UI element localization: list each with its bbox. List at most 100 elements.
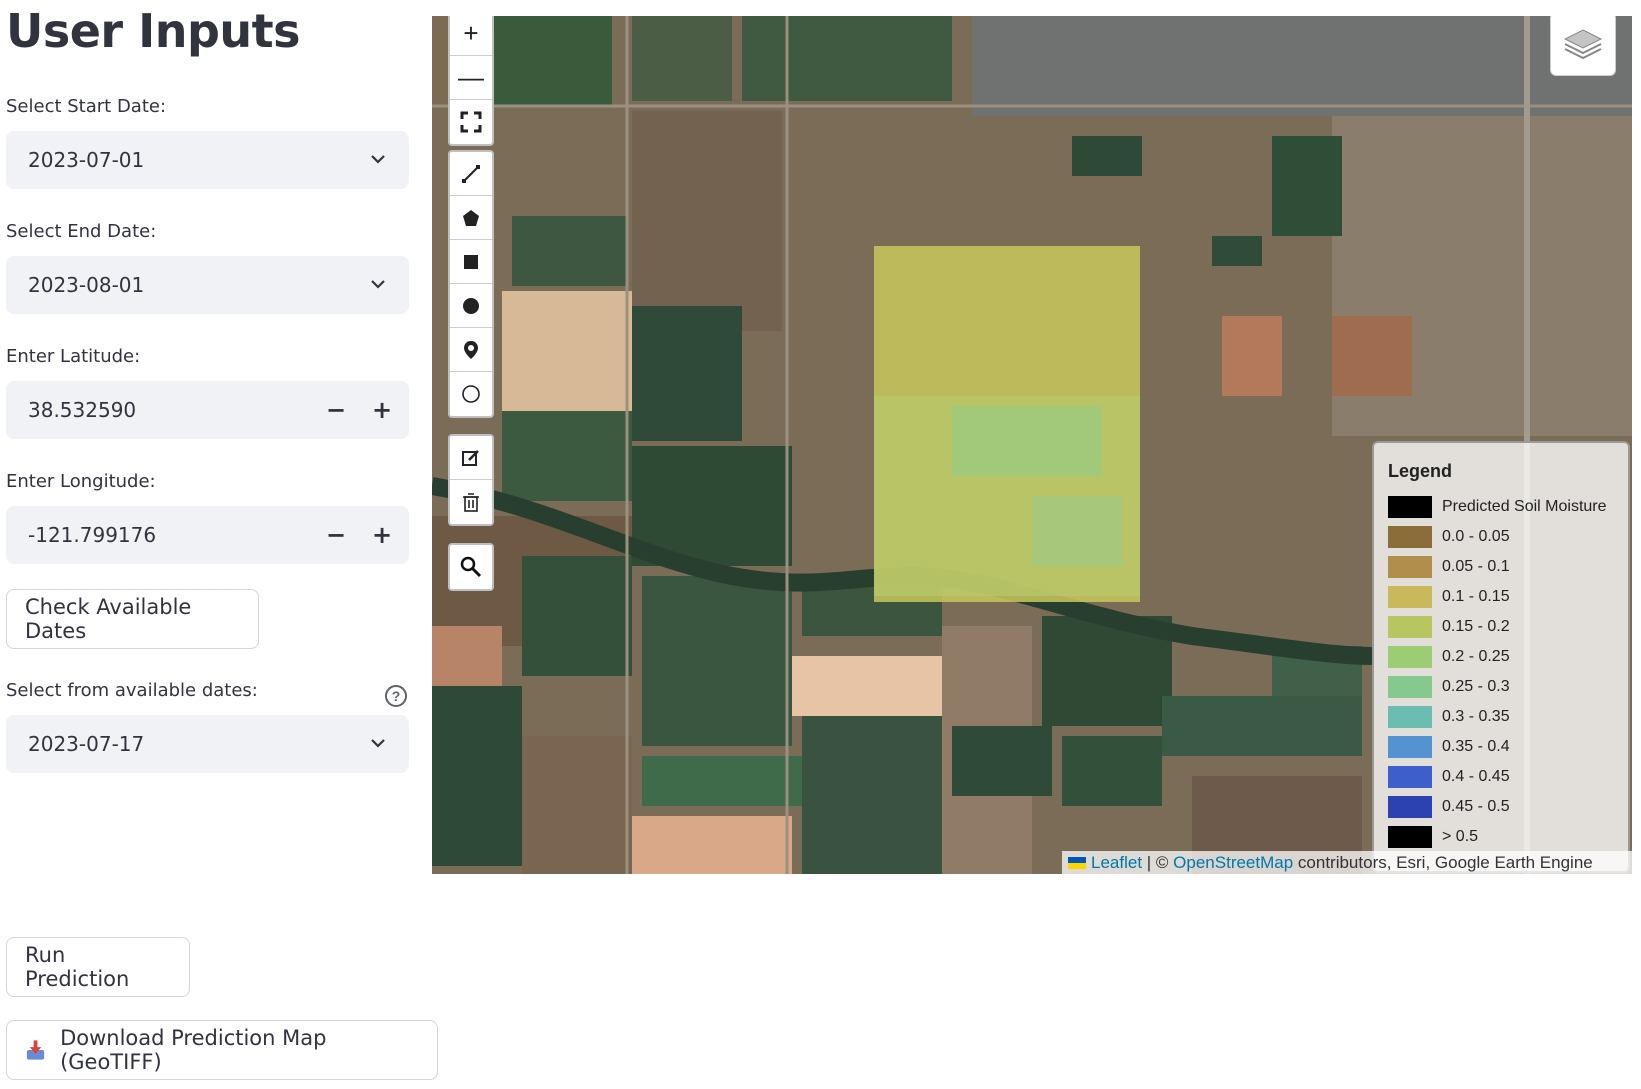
- start-date-value: 2023-07-01: [28, 148, 145, 172]
- search-icon: [460, 556, 482, 578]
- legend-item: 0.3 - 0.35: [1388, 702, 1614, 732]
- search-button[interactable]: [450, 545, 492, 589]
- end-date-select[interactable]: 2023-08-01: [6, 256, 409, 314]
- legend-item: 0.4 - 0.45: [1388, 762, 1614, 792]
- legend-label: 0.2 - 0.25: [1442, 648, 1510, 665]
- legend-swatch: [1388, 676, 1432, 698]
- help-icon[interactable]: ?: [385, 685, 407, 707]
- legend-item: > 0.5: [1388, 822, 1614, 852]
- legend-item: 0.15 - 0.2: [1388, 612, 1614, 642]
- legend-label: 0.05 - 0.1: [1442, 558, 1510, 575]
- edit-layers-button[interactable]: [450, 436, 492, 480]
- latitude-value[interactable]: 38.532590: [28, 398, 313, 422]
- legend-item: 0.0 - 0.05: [1388, 522, 1614, 552]
- end-date-value: 2023-08-01: [28, 273, 145, 297]
- legend-swatch: [1388, 796, 1432, 818]
- delete-layers-button[interactable]: [450, 480, 492, 524]
- legend-label: 0.15 - 0.2: [1442, 618, 1510, 635]
- marker-icon: [464, 340, 478, 359]
- inbox-tray-icon: [26, 1040, 45, 1060]
- map-attribution: Leaflet | © OpenStreetMap contributors, …: [1062, 851, 1632, 874]
- zoom-in-button[interactable]: +: [450, 16, 492, 56]
- download-button-label: Download Prediction Map (GeoTIFF): [60, 1026, 327, 1074]
- polygon-icon: [463, 209, 479, 226]
- polyline-icon: [462, 164, 480, 183]
- fullscreen-button[interactable]: [450, 100, 492, 144]
- draw-marker-button[interactable]: [450, 328, 492, 372]
- legend-label: 0.0 - 0.05: [1442, 528, 1510, 545]
- legend-swatch: [1388, 526, 1432, 548]
- longitude-increment-button[interactable]: +: [359, 506, 405, 564]
- legend-label: 0.35 - 0.4: [1442, 738, 1510, 755]
- legend-item: 0.25 - 0.3: [1388, 672, 1614, 702]
- legend-item: 0.45 - 0.5: [1388, 792, 1614, 822]
- legend-swatch: [1388, 826, 1432, 848]
- legend-swatch: [1388, 616, 1432, 638]
- latitude-increment-button[interactable]: +: [359, 381, 405, 439]
- draw-toolbar: [448, 150, 494, 418]
- legend-item: 0.35 - 0.4: [1388, 732, 1614, 762]
- legend-label: 0.3 - 0.35: [1442, 708, 1510, 725]
- chevron-down-icon: [371, 739, 385, 748]
- rectangle-icon: [464, 254, 478, 269]
- legend-swatch: [1388, 766, 1432, 788]
- longitude-decrement-button[interactable]: −: [313, 506, 359, 564]
- available-dates-label: Select from available dates:: [6, 680, 258, 701]
- legend-swatch: [1388, 706, 1432, 728]
- end-date-label: Select End Date:: [6, 221, 157, 242]
- search-control: [448, 543, 494, 591]
- page-title: User Inputs: [6, 4, 301, 58]
- zoom-controls: + —: [448, 16, 494, 146]
- legend-label: Predicted Soil Moisture: [1442, 498, 1607, 515]
- draw-polygon-button[interactable]: [450, 196, 492, 240]
- longitude-value[interactable]: -121.799176: [28, 523, 313, 547]
- legend-swatch: [1388, 736, 1432, 758]
- edit-icon: [462, 449, 479, 466]
- fullscreen-icon: [460, 111, 482, 133]
- start-date-label: Select Start Date:: [6, 96, 167, 117]
- legend-label: 0.45 - 0.5: [1442, 798, 1510, 815]
- start-date-select[interactable]: 2023-07-01: [6, 131, 409, 189]
- map-legend: Legend Predicted Soil Moisture 0.0 - 0.05…: [1372, 441, 1630, 873]
- leaflet-link[interactable]: Leaflet: [1091, 853, 1142, 873]
- legend-swatch: [1388, 586, 1432, 608]
- legend-swatch: [1388, 556, 1432, 578]
- legend-item: 0.05 - 0.1: [1388, 552, 1614, 582]
- attribution-rest: contributors, Esri, Google Earth Engine: [1293, 852, 1593, 872]
- legend-label: 0.4 - 0.45: [1442, 768, 1510, 785]
- chevron-down-icon: [371, 280, 385, 289]
- legend-item: 0.1 - 0.15: [1388, 582, 1614, 612]
- run-prediction-button[interactable]: Run Prediction: [6, 937, 190, 997]
- longitude-label: Enter Longitude:: [6, 471, 156, 492]
- available-date-value: 2023-07-17: [28, 732, 145, 756]
- draw-circlemarker-button[interactable]: [450, 372, 492, 416]
- layers-icon: [1563, 29, 1603, 60]
- available-dates-select[interactable]: 2023-07-17: [6, 715, 409, 773]
- legend-item: 0.2 - 0.25: [1388, 642, 1614, 672]
- latitude-decrement-button[interactable]: −: [313, 381, 359, 439]
- draw-rectangle-button[interactable]: [450, 240, 492, 284]
- circle-outline-icon: [462, 385, 480, 403]
- trash-icon: [463, 493, 479, 512]
- attribution-separator: | ©: [1142, 852, 1174, 872]
- chevron-down-icon: [371, 155, 385, 164]
- layers-control-button[interactable]: [1550, 16, 1616, 76]
- ukraine-flag-icon: [1068, 856, 1086, 869]
- draw-polyline-button[interactable]: [450, 152, 492, 196]
- draw-circle-button[interactable]: [450, 284, 492, 328]
- download-prediction-button[interactable]: Download Prediction Map (GeoTIFF): [6, 1020, 438, 1080]
- legend-title: Legend: [1388, 461, 1453, 481]
- legend-item: Predicted Soil Moisture: [1388, 492, 1614, 522]
- osm-link[interactable]: OpenStreetMap: [1173, 853, 1293, 873]
- legend-label: 0.25 - 0.3: [1442, 678, 1510, 695]
- circle-icon: [463, 297, 479, 314]
- latitude-label: Enter Latitude:: [6, 346, 141, 367]
- check-available-dates-button[interactable]: Check Available Dates: [6, 589, 259, 649]
- map-view[interactable]: + — Legend Predicted Soil Moisture 0.0 -…: [432, 16, 1632, 874]
- longitude-input[interactable]: -121.799176 − +: [6, 506, 409, 564]
- legend-swatch: [1388, 646, 1432, 668]
- legend-swatch: [1388, 496, 1432, 518]
- zoom-out-button[interactable]: —: [450, 56, 492, 100]
- legend-label: > 0.5: [1442, 828, 1479, 845]
- latitude-input[interactable]: 38.532590 − +: [6, 381, 409, 439]
